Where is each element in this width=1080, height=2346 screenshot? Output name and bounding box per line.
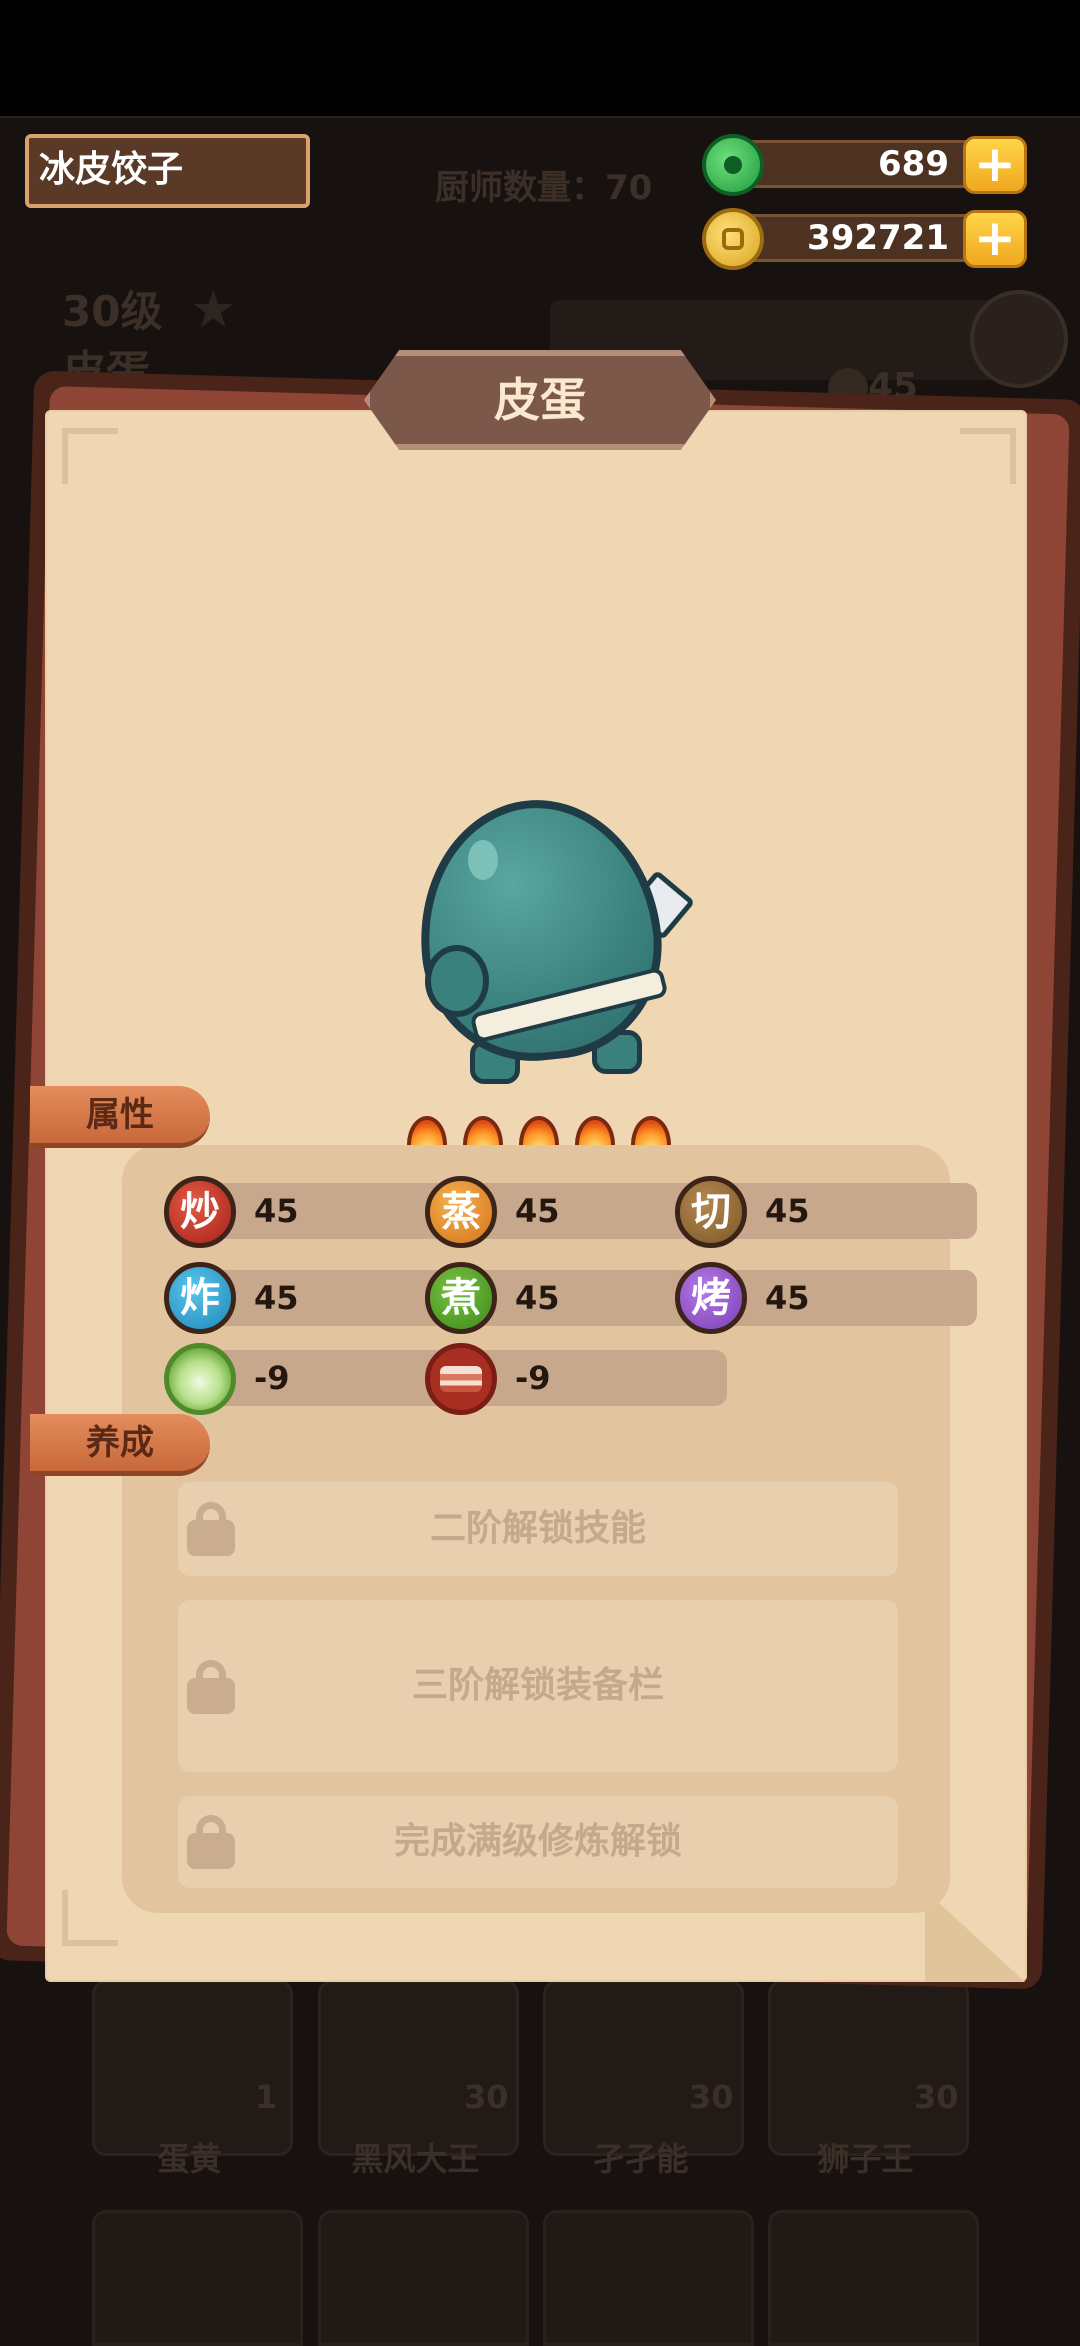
locked-skill-row[interactable]: 二阶解锁技能 <box>178 1482 898 1576</box>
cut-icon: 切 <box>675 1176 747 1248</box>
tab-attributes[interactable]: 属性 <box>30 1086 210 1148</box>
corner-ornament <box>960 428 1016 484</box>
bg-chef-card-5 <box>92 2210 303 2346</box>
tab-cultivation[interactable]: 养成 <box>30 1414 210 1476</box>
top-status-area <box>0 0 1080 116</box>
bg-chef-card-3 <box>543 1980 744 2156</box>
bg-chef-name-3: 孑孑能 <box>592 2140 689 2178</box>
page-fold <box>925 1890 1025 1982</box>
bg-chef-name-4: 狮子王 <box>817 2140 914 2178</box>
lock-icon <box>187 1660 235 1714</box>
corner-ornament <box>62 428 118 484</box>
bg-chef-name-1: 蛋黄 <box>157 2140 222 2178</box>
lock-icon <box>187 1815 235 1869</box>
star-icon: ★ <box>190 280 237 340</box>
bg-chef-level-1: 1 <box>255 2078 278 2116</box>
stir-fry-icon: 炒 <box>164 1176 236 1248</box>
bg-chef-card-1 <box>92 1980 293 2156</box>
lock-icon <box>187 1502 235 1556</box>
add-coins-button[interactable]: + <box>963 210 1027 268</box>
bg-chef-card-2 <box>318 1980 519 2156</box>
creature-spot <box>468 840 498 880</box>
deep-fry-icon: 炸 <box>164 1262 236 1334</box>
dish-name-box[interactable]: 冰皮饺子 <box>25 134 310 208</box>
bg-chef-level: 30级 <box>62 287 163 336</box>
steam-icon: 蒸 <box>425 1176 497 1248</box>
bg-chef-level-4: 30 <box>914 2078 959 2116</box>
roast-icon: 烤 <box>675 1262 747 1334</box>
boil-icon: 煮 <box>425 1262 497 1334</box>
meat-icon <box>425 1343 497 1415</box>
corner-ornament <box>62 1890 118 1946</box>
bg-chef-name-2: 黑风大王 <box>351 2140 480 2178</box>
bg-chef-card-8 <box>768 2210 979 2346</box>
bg-chef-level-2: 30 <box>464 2078 509 2116</box>
cabbage-icon <box>164 1343 236 1415</box>
add-jade-button[interactable]: + <box>963 136 1027 194</box>
bg-round-button <box>970 290 1068 388</box>
jade-icon <box>702 134 764 196</box>
divider <box>0 116 1080 118</box>
bg-chef-card-4 <box>768 1980 969 2156</box>
chef-count-label: 厨师数量：70 <box>435 168 653 208</box>
creature-arm <box>425 945 489 1017</box>
chef-title: 皮蛋 <box>364 350 716 450</box>
locked-training-row[interactable]: 完成满级修炼解锁 <box>178 1796 898 1888</box>
coin-icon <box>702 208 764 270</box>
bg-chef-card-7 <box>543 2210 754 2346</box>
bg-chef-card-6 <box>318 2210 529 2346</box>
locked-equipment-row[interactable]: 三阶解锁装备栏 <box>178 1600 898 1772</box>
bg-chef-level-3: 30 <box>689 2078 734 2116</box>
